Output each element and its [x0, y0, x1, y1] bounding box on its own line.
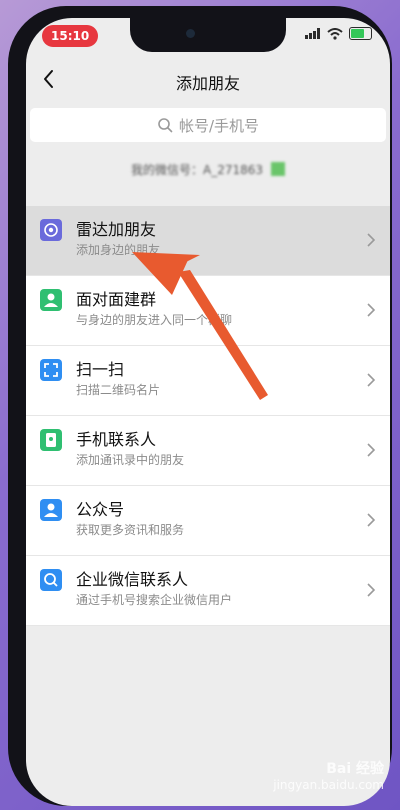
official-account-icon: [40, 499, 62, 521]
wifi-icon: [327, 27, 343, 40]
list-item-subtitle: 添加通讯录中的朋友: [76, 453, 185, 467]
chevron-right-icon: [367, 233, 376, 247]
scan-icon: [40, 359, 62, 381]
signal-icon: [305, 28, 320, 39]
list-item-face-to-face-group[interactable]: 面对面建群 与身边的朋友进入同一个群聊: [26, 276, 390, 346]
radar-icon: [40, 219, 62, 241]
status-time: 15:10: [42, 25, 99, 47]
list-item-work-contacts[interactable]: 企业微信联系人 通过手机号搜索企业微信用户: [26, 556, 390, 626]
phone-frame: 15:10 添加朋友 帐号/手机号 我的微信号：A_271863 雷达加朋友 添…: [8, 6, 392, 806]
phone-contacts-icon: [40, 429, 62, 451]
search-icon: [158, 118, 173, 133]
list-item-subtitle: 扫描二维码名片: [76, 383, 161, 397]
chevron-right-icon: [367, 583, 376, 597]
list-item-title: 企业微信联系人: [76, 570, 189, 589]
chevron-right-icon: [367, 373, 376, 387]
list-item-scan[interactable]: 扫一扫 扫描二维码名片: [26, 346, 390, 416]
chevron-right-icon: [367, 443, 376, 457]
search-placeholder: 帐号/手机号: [178, 116, 260, 135]
list-item-subtitle: 通过手机号搜索企业微信用户: [76, 593, 233, 607]
qr-code-icon[interactable]: [271, 162, 286, 176]
my-account[interactable]: 我的微信号：A_271863: [26, 158, 390, 180]
notch: [130, 18, 286, 52]
list-item-subtitle: 添加身边的朋友: [76, 243, 161, 257]
list-item-title: 手机联系人: [76, 430, 157, 449]
chevron-right-icon: [367, 513, 376, 527]
list-item-official-account[interactable]: 公众号 获取更多资讯和服务: [26, 486, 390, 556]
screen: 15:10 添加朋友 帐号/手机号 我的微信号：A_271863 雷达加朋友 添…: [26, 18, 390, 806]
status-icons: [305, 27, 372, 40]
nav-bar: 添加朋友: [26, 58, 390, 100]
list-item-phone-contacts[interactable]: 手机联系人 添加通讯录中的朋友: [26, 416, 390, 486]
list-item-title: 面对面建群: [76, 290, 157, 309]
search-input[interactable]: 帐号/手机号: [30, 108, 386, 142]
list-item-radar[interactable]: 雷达加朋友 添加身边的朋友: [26, 206, 390, 276]
list-item-subtitle: 与身边的朋友进入同一个群聊: [76, 313, 233, 327]
battery-icon: [349, 27, 372, 40]
list-item-title: 扫一扫: [76, 360, 125, 379]
watermark-brand: Bai 经验: [326, 761, 384, 777]
list-item-title: 雷达加朋友: [76, 220, 157, 239]
page-title: 添加朋友: [175, 74, 240, 93]
watermark-url: jingyan.baidu.com: [273, 778, 384, 792]
list-item-subtitle: 获取更多资讯和服务: [76, 523, 185, 537]
add-friend-options: 雷达加朋友 添加身边的朋友 面对面建群 与身边的朋友进入同一个群聊 扫一扫 扫描…: [26, 206, 390, 626]
watermark: Bai 经验 jingyan.baidu.com: [273, 758, 384, 792]
chevron-right-icon: [367, 303, 376, 317]
group-icon: [40, 289, 62, 311]
camera-icon: [186, 29, 195, 38]
work-contacts-icon: [40, 569, 62, 591]
list-item-title: 公众号: [76, 500, 125, 519]
my-account-id: 我的微信号：A_271863: [130, 162, 264, 177]
